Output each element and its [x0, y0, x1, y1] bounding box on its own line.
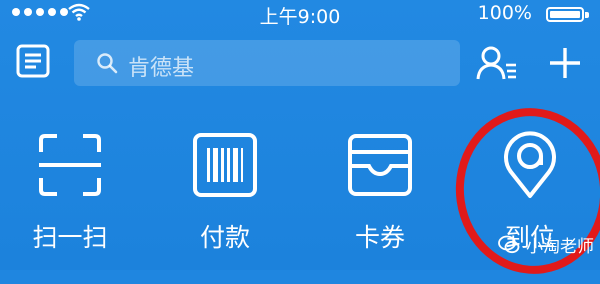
card-wallet-icon: [348, 134, 412, 196]
search-input[interactable]: 肯德基: [74, 40, 460, 86]
scan-button[interactable]: 扫一扫: [0, 130, 140, 260]
watermark-text: 小淘老师: [526, 237, 594, 257]
barcode-icon: [193, 133, 257, 197]
home-screen: 上午9:00 100% 肯德基 扫一扫 付款 卡券 到位 小淘老师: [0, 0, 600, 284]
coupon-button[interactable]: 卡券: [310, 130, 450, 260]
search-placeholder: 肯德基: [128, 56, 195, 81]
battery-percent: 100%: [477, 2, 532, 24]
watermark: 小淘老师: [498, 232, 594, 257]
battery-icon: [546, 7, 584, 22]
battery-tip: [585, 12, 589, 18]
contacts-icon[interactable]: [475, 44, 519, 82]
pay-label: 付款: [199, 223, 250, 252]
scan-icon: [39, 134, 101, 196]
list-icon[interactable]: [14, 42, 52, 80]
status-bar: 上午9:00 100%: [0, 0, 600, 28]
coupon-label: 卡券: [354, 223, 405, 252]
pay-button[interactable]: 付款: [155, 130, 295, 260]
plus-icon[interactable]: [546, 44, 584, 82]
scan-label: 扫一扫: [32, 223, 108, 252]
search-icon: [97, 53, 118, 74]
wechat-logo-icon: [498, 235, 520, 253]
